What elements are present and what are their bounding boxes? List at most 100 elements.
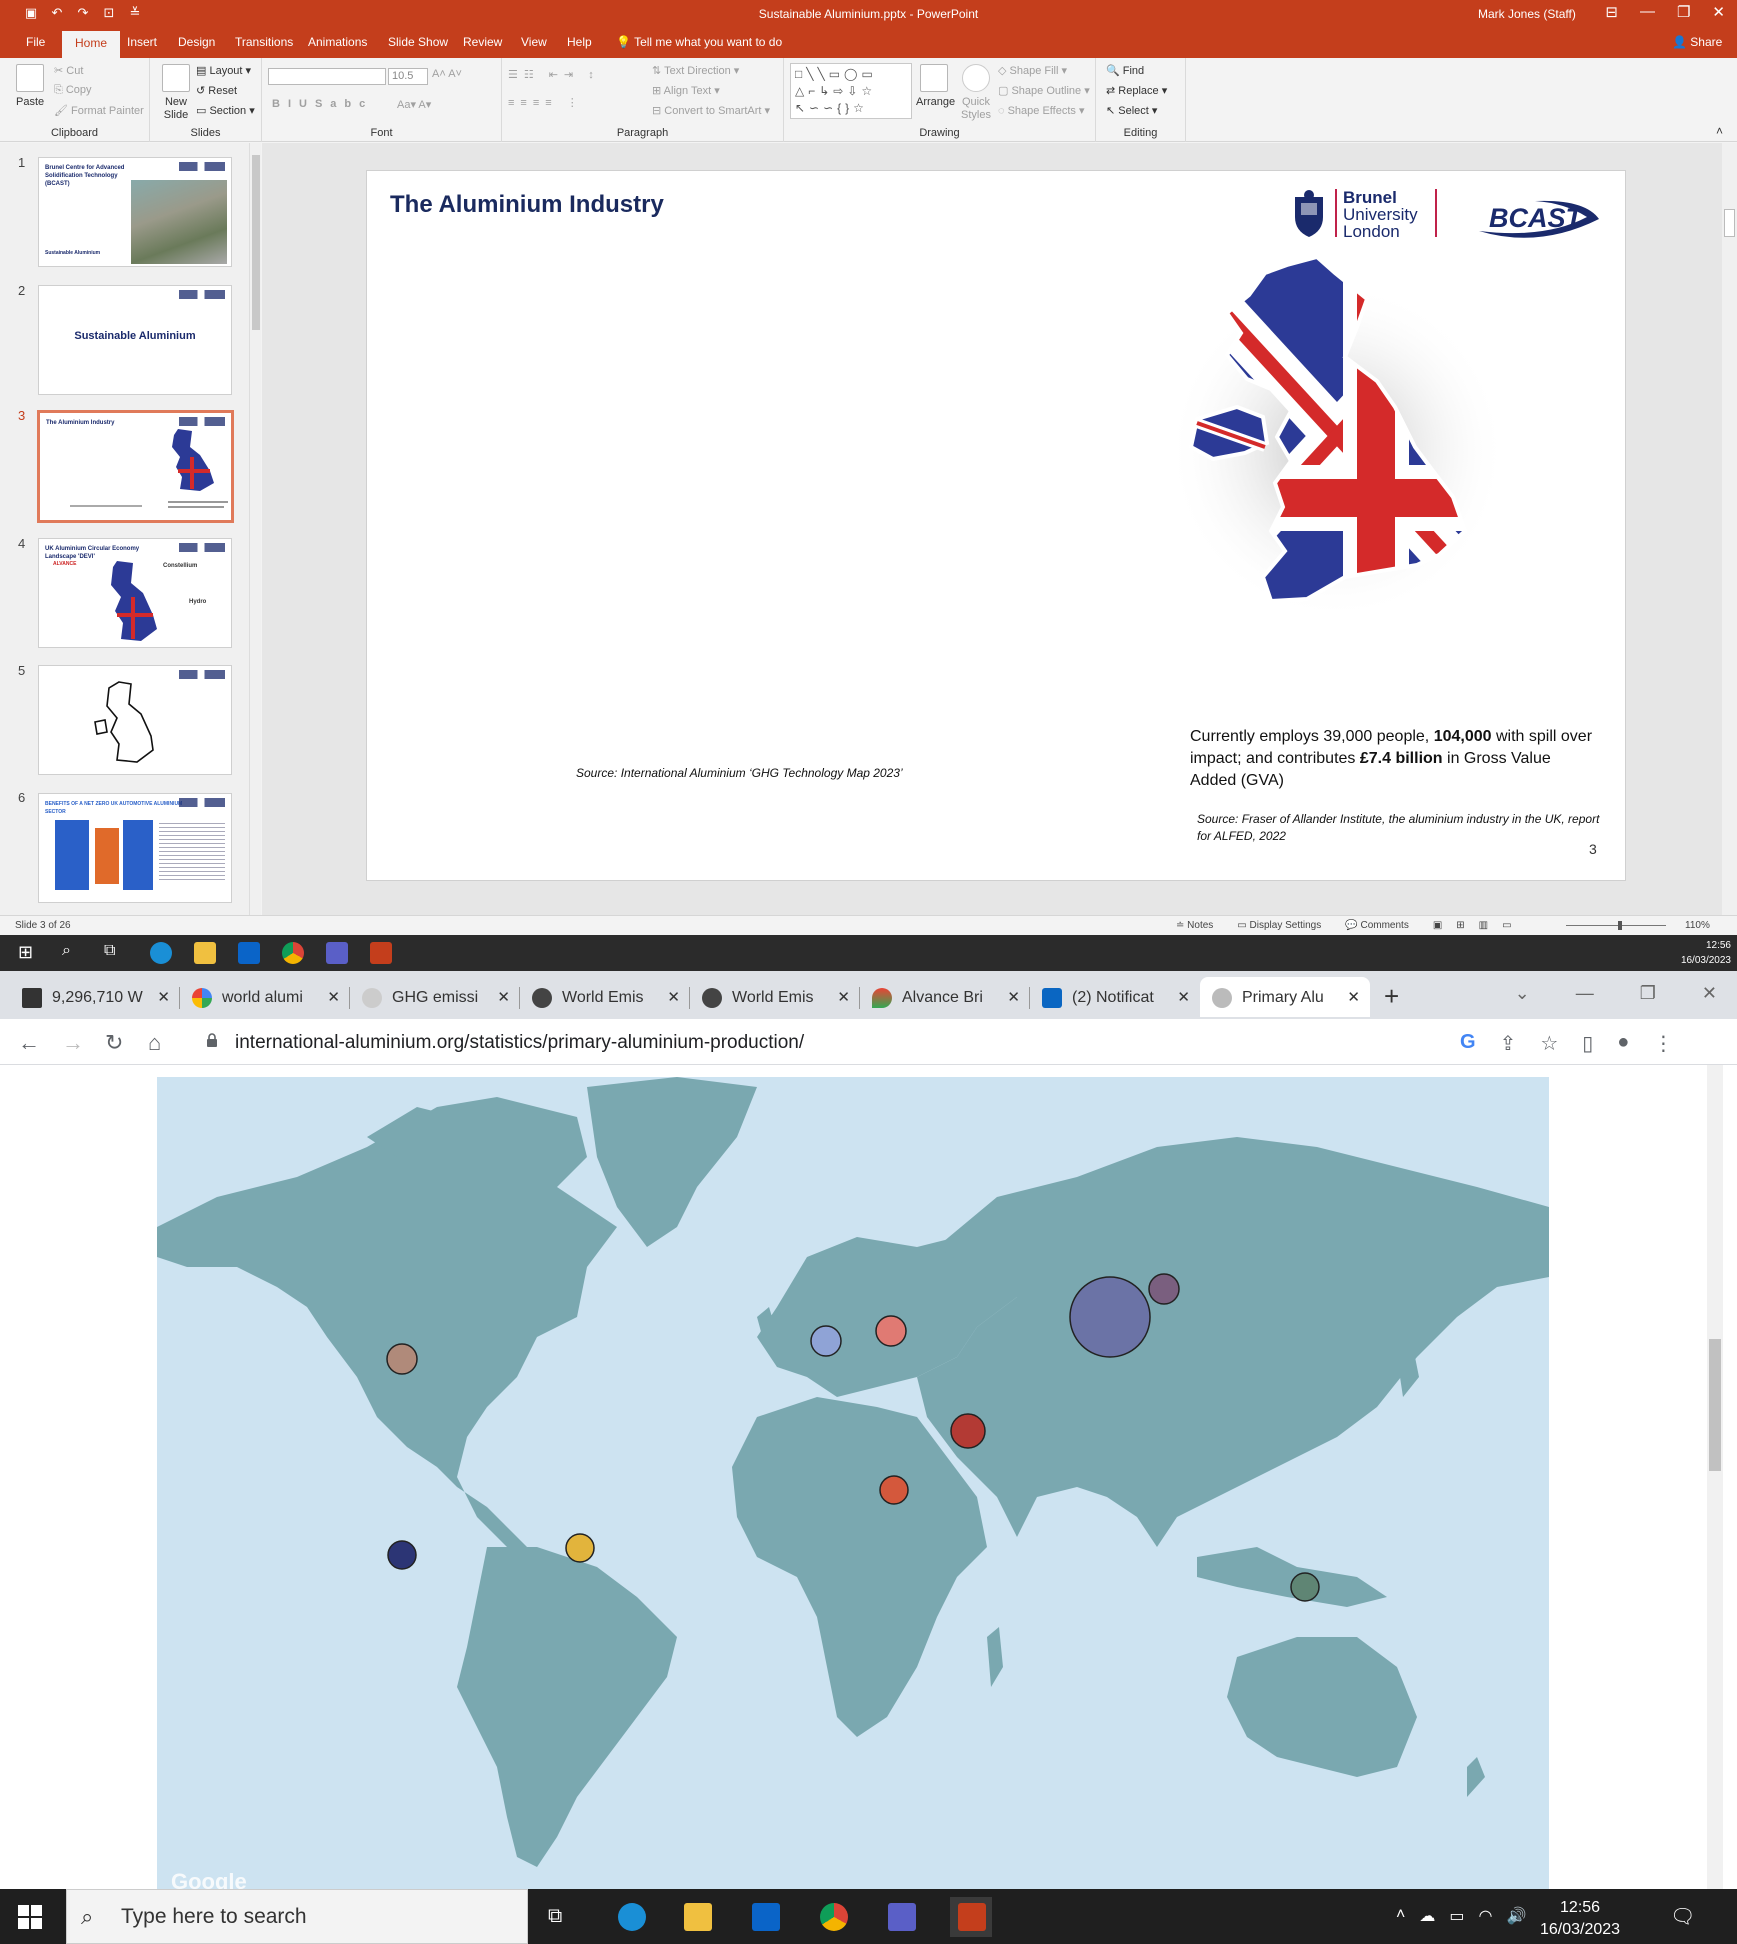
url-text[interactable]: international-aluminium.org/statistics/p… <box>235 1032 804 1054</box>
tab-search-icon[interactable]: ⌄ <box>1515 983 1530 1004</box>
font-size-box[interactable]: 10.5 <box>388 68 428 85</box>
inner-clock[interactable]: 12:56 16/03/2023 <box>1681 938 1731 968</box>
file-explorer-icon[interactable] <box>194 942 216 964</box>
edge-icon[interactable] <box>618 1903 646 1931</box>
shapes-gallery[interactable]: □╲╲▭◯▭ △⌐↳⇨⇩☆ ↖∽∽{}☆ <box>790 63 912 119</box>
slide-canvas[interactable]: The Aluminium Industry Brunel University… <box>366 170 1626 881</box>
grow-font-icon[interactable]: A˄ A˅ <box>432 68 462 80</box>
edge-icon[interactable] <box>150 942 172 964</box>
close-tab-icon[interactable]: ✕ <box>1347 988 1360 1006</box>
tab-transitions[interactable]: Transitions <box>235 35 293 49</box>
new-slide-button[interactable]: New Slide <box>158 96 194 122</box>
task-view-icon[interactable]: ⧉ <box>548 1905 570 1927</box>
slide-thumbnail-2[interactable]: Sustainable Aluminium <box>38 285 232 395</box>
source-caption-2[interactable]: Source: Fraser of Allander Institute, th… <box>1197 811 1607 845</box>
browser-tab-active[interactable]: Primary Alu ✕ <box>1200 977 1370 1017</box>
uk-union-jack-map[interactable] <box>1167 251 1507 621</box>
profile-avatar-icon[interactable]: ● <box>1617 1031 1629 1056</box>
account-name[interactable]: Mark Jones (Staff) <box>1478 7 1576 21</box>
tab-animations[interactable]: Animations <box>308 35 367 49</box>
close-tab-icon[interactable]: ✕ <box>837 988 850 1006</box>
slide-thumbnail-4[interactable]: UK Aluminium Circular Economy Landscape … <box>38 538 232 648</box>
text-direction-button[interactable]: ⇅ Text Direction ▾ <box>652 64 739 77</box>
reset-button[interactable]: ↺ Reset <box>196 84 237 97</box>
find-button[interactable]: 🔍 Find <box>1106 64 1144 77</box>
align-text-button[interactable]: ⊞ Align Text ▾ <box>652 84 720 97</box>
font-format-icons[interactable]: BIUSabc <box>272 98 373 110</box>
battery-icon[interactable]: ▭ <box>1449 1906 1464 1926</box>
browser-tab[interactable]: world alumi ✕ <box>180 977 350 1017</box>
zoom-slider[interactable] <box>1560 920 1680 930</box>
close-tab-icon[interactable]: ✕ <box>327 988 340 1006</box>
view-buttons[interactable]: ▣⊞▥▭ <box>1433 920 1526 931</box>
layout-button[interactable]: ▤ Layout ▾ <box>196 64 251 77</box>
tell-me-search[interactable]: 💡 Tell me what you want to do <box>616 35 782 49</box>
convert-smartart-button[interactable]: ⊟ Convert to SmartArt ▾ <box>652 104 770 117</box>
thumbnail-scrollbar[interactable] <box>249 143 261 915</box>
close-tab-icon[interactable]: ✕ <box>157 988 170 1006</box>
restore-icon[interactable]: ❐ <box>1677 3 1690 21</box>
taskbar-search-box[interactable]: ⌕ Type here to search <box>66 1889 528 1944</box>
slide-scrollbar[interactable] <box>1722 143 1737 915</box>
onedrive-icon[interactable]: ☁ <box>1419 1906 1435 1926</box>
slide-body-text[interactable]: Currently employs 39,000 people, 104,000… <box>1190 726 1600 792</box>
arrange-icon[interactable] <box>920 64 948 92</box>
file-explorer-icon[interactable] <box>684 1903 712 1931</box>
source-caption-1[interactable]: Source: International Aluminium ‘GHG Tec… <box>576 766 903 780</box>
share-button[interactable]: 👤 Share <box>1672 35 1722 49</box>
world-map[interactable]: Google <box>157 1077 1549 1889</box>
new-tab-icon[interactable]: + <box>1384 981 1399 1012</box>
tab-home[interactable]: Home <box>62 31 121 58</box>
teams-icon[interactable] <box>888 1903 916 1931</box>
format-painter-button[interactable]: 🖌 Format Painter <box>54 104 144 117</box>
copy-button[interactable]: ⎘ Copy <box>54 84 92 97</box>
shape-effects-button[interactable]: ◌ Shape Effects ▾ <box>998 104 1084 117</box>
search-icon[interactable]: ⌕ <box>62 942 84 964</box>
windows-start-icon[interactable] <box>18 1905 42 1929</box>
browser-tab[interactable]: World Emis ✕ <box>520 977 690 1017</box>
slide-thumbnail-6[interactable]: BENEFITS OF A NET ZERO UK AUTOMOTIVE ALU… <box>38 793 232 903</box>
section-button[interactable]: ▭ Section ▾ <box>196 104 255 117</box>
teams-icon[interactable] <box>326 942 348 964</box>
slide-title[interactable]: The Aluminium Industry <box>390 191 664 219</box>
paste-button[interactable]: Paste <box>16 96 44 108</box>
tab-help[interactable]: Help <box>567 35 592 49</box>
notifications-icon[interactable]: 🗨 <box>1670 1904 1695 1928</box>
align-icons[interactable]: ≡≡≡≡ ⋮ <box>508 96 584 109</box>
list-icons[interactable]: ☰☷ ⇤⇥ ↕ <box>508 68 600 81</box>
chrome-icon[interactable] <box>820 1903 848 1931</box>
browser-tab[interactable]: Alvance Bri ✕ <box>860 977 1030 1017</box>
tab-view[interactable]: View <box>521 35 547 49</box>
select-button[interactable]: ↖ Select ▾ <box>1106 104 1157 117</box>
tab-slide-show[interactable]: Slide Show <box>388 35 448 49</box>
minimize-icon[interactable]: — <box>1640 3 1655 21</box>
restore-icon[interactable]: ❐ <box>1640 983 1656 1004</box>
collapse-ribbon-icon[interactable]: ˄ <box>1716 124 1723 138</box>
volume-icon[interactable]: 🔊 <box>1506 1906 1526 1926</box>
tab-review[interactable]: Review <box>463 35 502 49</box>
browser-tab[interactable]: World Emis ✕ <box>690 977 860 1017</box>
paste-icon[interactable] <box>16 64 44 92</box>
replace-button[interactable]: ⇄ Replace ▾ <box>1106 84 1167 97</box>
shape-fill-button[interactable]: ◇ Shape Fill ▾ <box>998 64 1067 77</box>
wifi-icon[interactable]: ◠ <box>1478 1906 1492 1926</box>
powerpoint-icon[interactable] <box>370 942 392 964</box>
powerpoint-icon[interactable] <box>958 1903 986 1931</box>
browser-tab[interactable]: 9,296,710 W ✕ <box>10 977 180 1017</box>
ribbon-display-icon[interactable]: ⊟ <box>1605 3 1618 21</box>
close-tab-icon[interactable]: ✕ <box>667 988 680 1006</box>
slide-thumbnail-5[interactable] <box>38 665 232 775</box>
font-name-box[interactable] <box>268 68 386 85</box>
taskbar-clock[interactable]: 12:56 16/03/2023 <box>1540 1897 1620 1941</box>
tab-file[interactable]: File <box>26 35 45 49</box>
tab-design[interactable]: Design <box>178 35 215 49</box>
home-icon[interactable]: ⌂ <box>148 1030 161 1056</box>
new-slide-icon[interactable] <box>162 64 190 92</box>
bookmark-star-icon[interactable]: ☆ <box>1540 1031 1558 1056</box>
chrome-menu-icon[interactable]: ⋮ <box>1653 1031 1673 1056</box>
browser-tab[interactable]: GHG emissi ✕ <box>350 977 520 1017</box>
comments-button[interactable]: 💬 Comments <box>1345 920 1409 931</box>
minimize-icon[interactable]: — <box>1576 983 1594 1004</box>
zoom-level[interactable]: 110% <box>1685 920 1710 931</box>
arrange-button[interactable]: Arrange <box>916 96 955 108</box>
